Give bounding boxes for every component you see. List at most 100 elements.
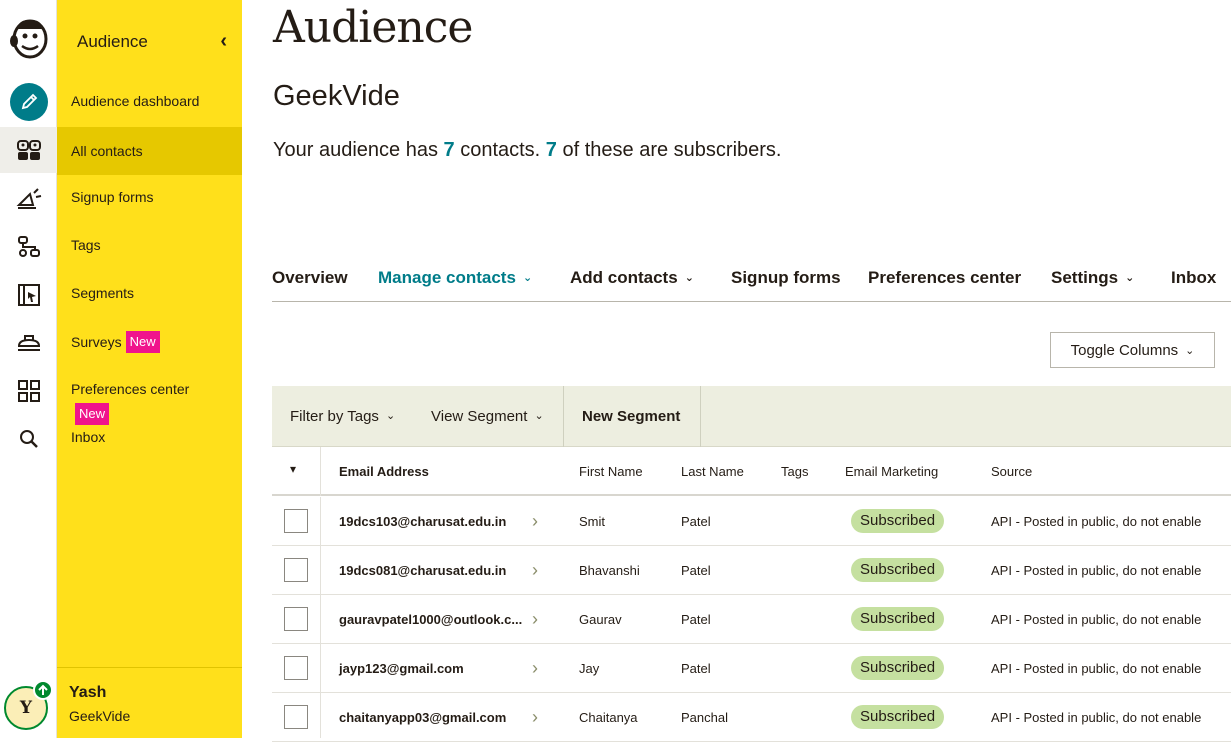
view-segment-label: View Segment — [431, 408, 528, 425]
divider — [320, 546, 321, 595]
pencil-icon — [9, 83, 48, 121]
tab-label: Preferences center — [868, 268, 1022, 287]
sidebar-title: Audience — [77, 31, 148, 51]
create-button[interactable] — [0, 82, 57, 122]
source-cell: API - Posted in public, do not enable — [991, 661, 1202, 676]
chevron-right-icon[interactable]: › — [532, 658, 538, 679]
sidebar-item-inbox[interactable]: Inbox — [57, 425, 242, 449]
filter-by-tags-label: Filter by Tags — [290, 408, 379, 425]
chevron-right-icon[interactable]: › — [532, 609, 538, 630]
table-row[interactable]: chaitanyapp03@gmail.com › Chaitanya Panc… — [272, 693, 1231, 742]
integrations-icon[interactable] — [0, 371, 57, 411]
sidebar-item-label: Tags — [71, 237, 101, 253]
chevron-right-icon[interactable]: › — [532, 511, 538, 532]
sidebar-item-all-contacts[interactable]: All contacts — [57, 127, 242, 175]
status-badge: Subscribed — [851, 558, 945, 582]
sidebar-item-surveys[interactable]: Surveys New — [57, 318, 242, 366]
divider — [320, 693, 321, 738]
source-cell: API - Posted in public, do not enable — [991, 514, 1202, 529]
first-name-cell: Bhavanshi — [579, 563, 640, 578]
email-cell[interactable]: gauravpatel1000@outlook.c... — [339, 612, 522, 627]
tab-signup-forms[interactable]: Signup forms — [731, 268, 841, 288]
account-footer[interactable]: Yash GeekVide — [57, 667, 242, 738]
row-checkbox[interactable] — [284, 705, 308, 729]
column-header-source[interactable]: Source — [991, 464, 1032, 479]
divider — [320, 447, 321, 496]
contacts-count: 7 — [443, 139, 455, 161]
sidebar-item-label: All contacts — [71, 143, 143, 159]
tab-label: Add contacts — [570, 268, 678, 287]
tab-add-contacts[interactable]: Add contacts ⌄ — [570, 268, 694, 288]
search-icon[interactable] — [0, 419, 57, 459]
column-header-email-marketing[interactable]: Email Marketing — [845, 464, 938, 479]
freddie-logo-icon[interactable] — [0, 18, 57, 59]
view-segment-dropdown[interactable]: View Segment ⌄ — [431, 408, 544, 425]
sidebar-item-segments[interactable]: Segments — [57, 269, 242, 317]
user-name: Yash — [69, 684, 107, 701]
email-cell[interactable]: 19dcs081@charusat.edu.in — [339, 563, 506, 578]
sidebar-item-audience-dashboard[interactable]: Audience dashboard — [57, 77, 242, 125]
new-segment-button[interactable]: New Segment — [582, 408, 680, 425]
sidebar: Audience ‹ Audience dashboard All contac… — [57, 0, 242, 738]
audience-name: GeekVide — [273, 80, 400, 112]
summary-suffix: of these are subscribers. — [556, 139, 782, 161]
content-icon[interactable] — [0, 323, 57, 363]
row-checkbox[interactable] — [284, 607, 308, 631]
row-checkbox[interactable] — [284, 656, 308, 680]
sidebar-header: Audience ‹ — [77, 30, 227, 53]
website-icon[interactable] — [0, 275, 57, 315]
status-badge: Subscribed — [851, 607, 945, 631]
divider — [700, 386, 701, 447]
source-cell: API - Posted in public, do not enable — [991, 710, 1202, 725]
column-header-email[interactable]: Email Address — [339, 464, 429, 479]
tab-label: Settings — [1051, 268, 1119, 287]
chevron-right-icon[interactable]: › — [532, 707, 538, 728]
email-cell[interactable]: 19dcs103@charusat.edu.in — [339, 514, 506, 529]
chevron-down-icon: ⌄ — [522, 272, 533, 284]
row-checkbox[interactable] — [284, 509, 308, 533]
column-header-tags[interactable]: Tags — [781, 464, 808, 479]
campaign-icon[interactable] — [0, 179, 57, 219]
sidebar-item-signup-forms[interactable]: Signup forms — [57, 173, 242, 221]
sidebar-item-tags[interactable]: Tags — [57, 221, 242, 269]
tab-inbox[interactable]: Inbox — [1171, 268, 1216, 288]
source-cell: API - Posted in public, do not enable — [991, 563, 1202, 578]
upgrade-arrow-icon — [33, 680, 53, 700]
tab-label: Signup forms — [731, 268, 841, 287]
email-cell[interactable]: chaitanyapp03@gmail.com — [339, 710, 506, 725]
chevron-right-icon[interactable]: › — [532, 560, 538, 581]
summary-mid: contacts. — [454, 139, 546, 161]
toggle-columns-button[interactable]: Toggle Columns ⌄ — [1050, 332, 1215, 368]
table-row[interactable]: jayp123@gmail.com › Jay Patel Subscribed… — [272, 644, 1231, 693]
org-name: GeekVide — [69, 708, 131, 724]
chevron-left-icon[interactable]: ‹ — [220, 30, 227, 53]
divider — [320, 644, 321, 693]
tab-label: Overview — [272, 268, 348, 287]
first-name-cell: Chaitanya — [579, 710, 638, 725]
chevron-down-icon: ⌄ — [385, 410, 396, 422]
audience-icon[interactable] — [0, 127, 57, 173]
tab-settings[interactable]: Settings ⌄ — [1051, 268, 1134, 288]
tab-label: Inbox — [1171, 268, 1217, 287]
status-badge: Subscribed — [851, 705, 945, 729]
filter-by-tags-dropdown[interactable]: Filter by Tags ⌄ — [290, 408, 395, 425]
column-header-first-name[interactable]: First Name — [579, 464, 643, 479]
source-cell: API - Posted in public, do not enable — [991, 612, 1202, 627]
table-row[interactable]: 19dcs103@charusat.edu.in › Smit Patel Su… — [272, 497, 1231, 546]
last-name-cell: Patel — [681, 514, 711, 529]
row-checkbox[interactable] — [284, 558, 308, 582]
email-cell[interactable]: jayp123@gmail.com — [339, 661, 464, 676]
tab-overview[interactable]: Overview — [272, 268, 348, 288]
tab-preferences-center[interactable]: Preferences center — [868, 268, 1021, 288]
table-row[interactable]: gauravpatel1000@outlook.c... › Gaurav Pa… — [272, 595, 1231, 644]
column-header-last-name[interactable]: Last Name — [681, 464, 744, 479]
last-name-cell: Patel — [681, 612, 711, 627]
table-row[interactable]: 19dcs081@charusat.edu.in › Bhavanshi Pat… — [272, 546, 1231, 595]
select-all-dropdown[interactable]: ▾ — [290, 462, 296, 476]
tab-manage-contacts[interactable]: Manage contacts ⌄ — [378, 268, 532, 288]
automation-icon[interactable] — [0, 227, 57, 267]
status-badge: Subscribed — [851, 656, 945, 680]
audience-summary: Your audience has 7 contacts. 7 of these… — [273, 139, 781, 162]
last-name-cell: Panchal — [681, 710, 728, 725]
toggle-columns-label: Toggle Columns — [1070, 341, 1179, 359]
